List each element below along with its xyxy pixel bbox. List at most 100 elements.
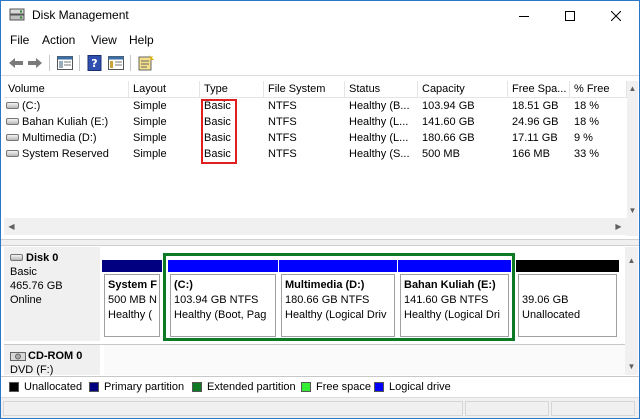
menu-help[interactable]: Help [129,33,154,47]
pane-splitter[interactable] [1,239,639,246]
volume-capacity: 180.66 GB [422,132,475,144]
volume-list-vertical-scrollbar[interactable]: ▲ ▼ [627,81,638,236]
legend: Unallocated Primary partition Extended p… [1,376,639,396]
volume-row[interactable]: (C:) Simple Basic NTFS Healthy (B... 103… [4,99,627,115]
column-header-file-system[interactable]: File System [264,81,345,98]
disk-panel-vertical-scrollbar[interactable]: ▲ ▼ [625,247,638,375]
volume-free-space: 18.51 GB [512,100,559,112]
minimize-icon [519,15,529,17]
close-icon [611,10,621,21]
properties-button[interactable] [107,54,125,72]
status-pane [551,401,635,416]
wizard-icon [138,55,154,71]
scroll-right-icon[interactable]: ▶ [613,221,624,232]
column-header-free-space[interactable]: Free Spa... [508,81,570,98]
volume-percent-free: 9 % [574,132,593,144]
volume-file-system: NTFS [268,116,297,128]
status-pane [465,401,549,416]
cdrom-type: DVD (F:) [10,364,54,376]
volume-list-horizontal-scrollbar[interactable]: ◀ ▶ [4,218,627,235]
cdrom-media-area [104,345,625,375]
back-button[interactable] [7,54,25,72]
console-tree-icon [57,56,73,70]
disk-status: Online [10,294,42,306]
partition-size: 500 MB N [108,294,157,306]
column-header-layout[interactable]: Layout [129,81,200,98]
cdrom-0-label[interactable]: CD-ROM 0 DVD (F:) [4,345,100,376]
volume-capacity: 103.94 GB [422,100,475,112]
partition-status: Unallocated [522,309,581,321]
menu-action[interactable]: Action [42,33,75,47]
legend-swatch [9,382,19,392]
extended-partition-frame [163,253,515,341]
legend-swatch [301,382,311,392]
column-header-status[interactable]: Status [345,81,418,98]
volume-icon [6,133,19,141]
column-header-capacity[interactable]: Capacity [418,81,508,98]
volume-name: Bahan Kuliah (E:) [22,116,109,128]
help-button[interactable]: ? [86,54,104,72]
volume-layout: Simple [133,100,167,112]
maximize-button[interactable] [547,1,593,30]
disk-name: Disk 0 [26,252,59,264]
cdrom-name: CD-ROM 0 [28,350,83,362]
column-header-volume[interactable]: Volume [4,81,129,98]
toolbar: ? [1,50,639,76]
menu-bar: File Action View Help [1,30,639,50]
legend-item: Logical drive [374,381,451,393]
volume-status: Healthy (B... [349,100,410,112]
partition-status: Healthy ( [108,309,153,321]
partition-unallocated[interactable]: 39.06 GB Unallocated [516,260,619,339]
title-bar: Disk Management [1,1,639,30]
partition-size: 39.06 GB [522,294,569,306]
show-hide-console-tree-button[interactable] [56,54,74,72]
legend-item: Primary partition [89,381,184,393]
minimize-button[interactable] [501,1,547,30]
scroll-down-icon[interactable]: ▼ [627,205,638,216]
legend-label: Primary partition [104,381,185,393]
volume-free-space: 17.11 GB [512,132,558,144]
cdrom-0-row: CD-ROM 0 DVD (F:) [4,344,625,376]
menu-view[interactable]: View [91,33,117,47]
forward-button[interactable] [26,54,44,72]
help-icon: ? [87,55,102,71]
volume-row[interactable]: Multimedia (D:) Simple Basic NTFS Health… [4,131,627,147]
volume-free-space: 166 MB [512,148,550,160]
volume-name: Multimedia (D:) [22,132,97,144]
svg-text:?: ? [91,57,97,70]
volume-status: Healthy (L... [349,132,409,144]
volume-free-space: 24.96 GB [512,116,559,128]
wizard-button[interactable] [137,54,155,72]
toolbar-separator [49,55,50,71]
scroll-down-icon[interactable]: ▼ [626,361,637,372]
disk-management-app-icon [9,8,25,21]
type-column-highlight [201,99,237,164]
maximize-icon [565,10,575,21]
volume-row[interactable]: System Reserved Simple Basic NTFS Health… [4,147,627,163]
volume-layout: Simple [133,132,167,144]
toolbar-separator [79,55,80,71]
scroll-up-icon[interactable]: ▲ [626,255,637,266]
back-arrow-icon [9,58,23,68]
properties-icon [108,56,124,70]
scroll-up-icon[interactable]: ▲ [627,83,638,94]
disk-0-label[interactable]: Disk 0 Basic 465.76 GB Online [4,247,100,341]
legend-swatch [89,382,99,392]
partition-color-bar [102,260,162,272]
volume-percent-free: 33 % [574,148,600,160]
status-pane [3,401,463,416]
volume-row[interactable]: Bahan Kuliah (E:) Simple Basic NTFS Heal… [4,115,627,131]
menu-file[interactable]: File [10,33,29,47]
column-header-percent-free[interactable]: % Free [570,81,627,98]
close-button[interactable] [593,1,639,30]
partition-system-reserved[interactable]: System F 500 MB N Healthy ( [102,260,162,339]
volume-file-system: NTFS [268,132,297,144]
column-header-type[interactable]: Type [200,81,264,98]
toolbar-separator [130,55,131,71]
legend-swatch [374,382,384,392]
scroll-left-icon[interactable]: ◀ [6,221,17,232]
cd-drive-icon [10,352,26,362]
volume-name: (C:) [22,100,41,112]
legend-label: Logical drive [389,381,451,393]
legend-label: Unallocated [24,381,83,393]
